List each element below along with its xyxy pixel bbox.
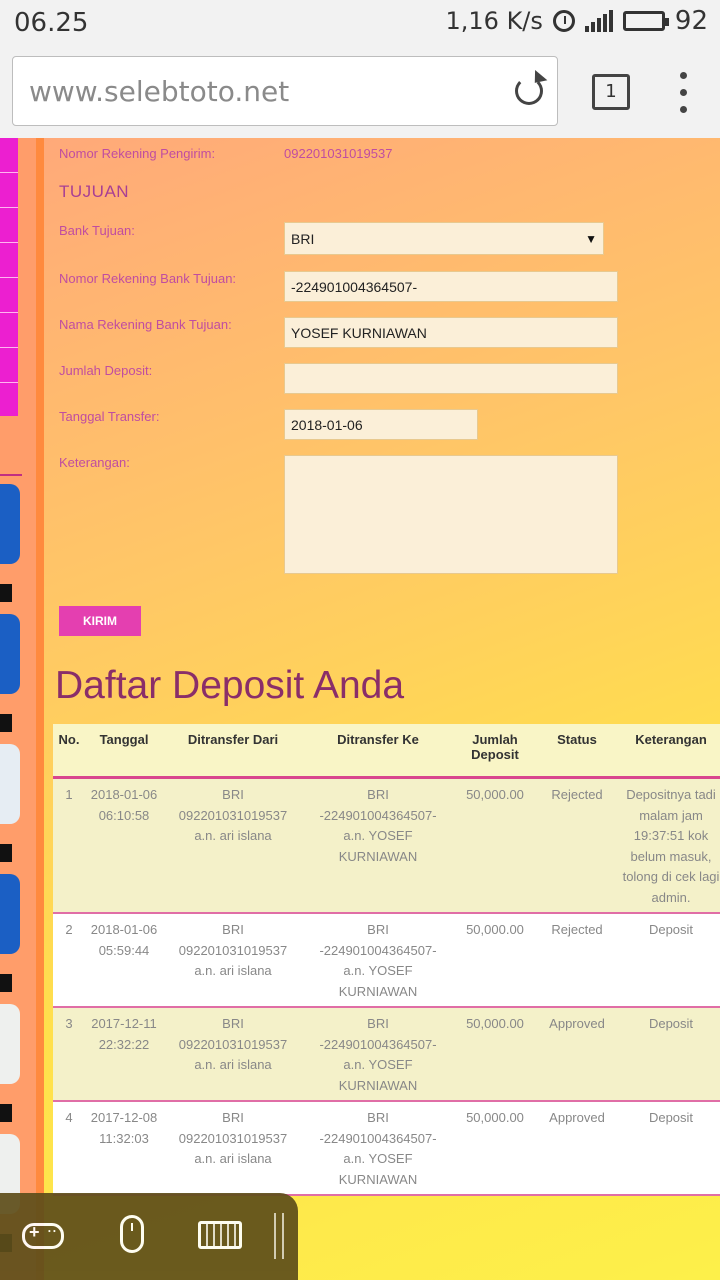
row-from: BRI 092201031019537 a.n. ari islana — [163, 1101, 303, 1196]
column-header: Keterangan — [617, 724, 720, 779]
note-textarea[interactable] — [284, 455, 618, 574]
column-header: Tanggal — [85, 724, 163, 779]
column-header: Ditransfer Ke — [303, 724, 453, 779]
row-status: Approved — [537, 1007, 617, 1102]
section-title: TUJUAN — [59, 182, 130, 201]
battery-level: 92 — [674, 6, 708, 36]
row-from: BRI 092201031019537 a.n. ari islana — [163, 913, 303, 1008]
signal-icon — [584, 10, 613, 32]
amount-label: Jumlah Deposit: — [59, 363, 153, 378]
row-number: 3 — [53, 1007, 85, 1102]
side-divider — [0, 474, 22, 476]
table-row: 2 2018-01-06 05:59:44 BRI 09220103101953… — [53, 913, 720, 1008]
bank-select[interactable]: BRI ▼ — [284, 222, 604, 255]
row-to: BRI -224901004364507- a.n. YOSEF KURNIAW… — [303, 913, 453, 1008]
overlay-toolbar — [0, 1193, 298, 1280]
drag-handle[interactable] — [274, 1213, 284, 1259]
deposit-form-area: Nomor Rekening Pengirim: 092201031019537… — [44, 138, 720, 1280]
side-app-icon[interactable] — [0, 1004, 20, 1084]
side-marker — [0, 714, 12, 732]
row-date: 2018-01-06 06:10:58 — [85, 777, 163, 914]
reload-icon[interactable] — [515, 77, 543, 105]
row-note: Depositnya tadi malam jam 19:37:51 kok b… — [617, 777, 720, 914]
column-header: Status — [537, 724, 617, 779]
table-row: 3 2017-12-11 22:32:22 BRI 09220103101953… — [53, 1007, 720, 1102]
alarm-icon — [552, 10, 575, 32]
chevron-down-icon: ▼ — [585, 232, 597, 246]
gamepad-icon[interactable] — [22, 1220, 64, 1249]
browser-toolbar: www.selebtoto.net 1 — [0, 46, 720, 138]
side-app-icon[interactable] — [0, 484, 20, 564]
table-row: 1 2018-01-06 06:10:58 BRI 09220103101953… — [53, 777, 720, 914]
row-status: Approved — [537, 1101, 617, 1196]
row-amount: 50,000.00 — [453, 1101, 537, 1196]
status-time: 06.25 — [14, 8, 89, 38]
sender-account-label: Nomor Rekening Pengirim: — [59, 146, 216, 161]
row-amount: 50,000.00 — [453, 1007, 537, 1102]
url-text: www.selebtoto.net — [29, 75, 290, 108]
row-from: BRI 092201031019537 a.n. ari islana — [163, 1007, 303, 1102]
row-date: 2017-12-08 11:32:03 — [85, 1101, 163, 1196]
keyboard-icon[interactable] — [198, 1221, 242, 1249]
side-marker — [0, 844, 12, 862]
amount-field[interactable] — [284, 363, 618, 394]
side-app-icon[interactable] — [0, 744, 20, 824]
content-border — [36, 138, 44, 1280]
row-number: 2 — [53, 913, 85, 1008]
side-menu[interactable] — [0, 138, 18, 416]
side-marker — [0, 1104, 12, 1122]
row-note: Deposit — [617, 1101, 720, 1196]
side-marker — [0, 584, 12, 602]
row-note: Deposit — [617, 1007, 720, 1102]
side-marker — [0, 974, 12, 992]
row-date: 2017-12-11 22:32:22 — [85, 1007, 163, 1102]
battery-icon — [622, 11, 669, 31]
column-header: No. — [53, 724, 85, 779]
submit-button[interactable]: KIRIM — [59, 606, 141, 636]
account-name-label: Nama Rekening Bank Tujuan: — [59, 317, 232, 332]
address-bar[interactable]: www.selebtoto.net — [12, 56, 558, 126]
account-name-field[interactable]: YOSEF KURNIAWAN — [284, 317, 618, 348]
overflow-menu-icon[interactable] — [680, 72, 688, 114]
row-amount: 50,000.00 — [453, 913, 537, 1008]
row-note: Deposit — [617, 913, 720, 1008]
transfer-date-label: Tanggal Transfer: — [59, 409, 160, 424]
tabs-button[interactable]: 1 — [592, 74, 630, 110]
transfer-date-field[interactable]: 2018-01-06 — [284, 409, 478, 440]
table-header-row: No. Tanggal Ditransfer Dari Ditransfer K… — [53, 724, 720, 779]
net-speed: 1,16 K/s — [445, 7, 543, 35]
account-number-label: Nomor Rekening Bank Tujuan: — [59, 271, 237, 286]
bank-label: Bank Tujuan: — [59, 223, 135, 238]
web-page: Nomor Rekening Pengirim: 092201031019537… — [0, 138, 720, 1280]
row-to: BRI -224901004364507- a.n. YOSEF KURNIAW… — [303, 777, 453, 914]
table-row: 4 2017-12-08 11:32:03 BRI 09220103101953… — [53, 1101, 720, 1196]
deposit-list-title: Daftar Deposit Anda — [55, 664, 405, 707]
row-amount: 50,000.00 — [453, 777, 537, 914]
sender-account-value: 092201031019537 — [284, 146, 393, 161]
side-app-icon[interactable] — [0, 874, 20, 954]
column-header: Ditransfer Dari — [163, 724, 303, 779]
side-app-icon[interactable] — [0, 614, 20, 694]
row-status: Rejected — [537, 913, 617, 1008]
row-number: 4 — [53, 1101, 85, 1196]
row-status: Rejected — [537, 777, 617, 914]
account-number-field[interactable]: -224901004364507- — [284, 271, 618, 302]
row-to: BRI -224901004364507- a.n. YOSEF KURNIAW… — [303, 1007, 453, 1102]
row-date: 2018-01-06 05:59:44 — [85, 913, 163, 1008]
status-indicators: 1,16 K/s 92 — [446, 6, 709, 36]
bank-select-value: BRI — [291, 230, 315, 247]
row-number: 1 — [53, 777, 85, 914]
row-to: BRI -224901004364507- a.n. YOSEF KURNIAW… — [303, 1101, 453, 1196]
note-label: Keterangan: — [59, 455, 130, 470]
status-bar: 06.25 1,16 K/s 92 — [0, 0, 720, 46]
mouse-icon[interactable] — [120, 1215, 144, 1253]
deposit-table: No. Tanggal Ditransfer Dari Ditransfer K… — [53, 724, 720, 1196]
row-from: BRI 092201031019537 a.n. ari islana — [163, 777, 303, 914]
column-header: Jumlah Deposit — [453, 724, 537, 779]
